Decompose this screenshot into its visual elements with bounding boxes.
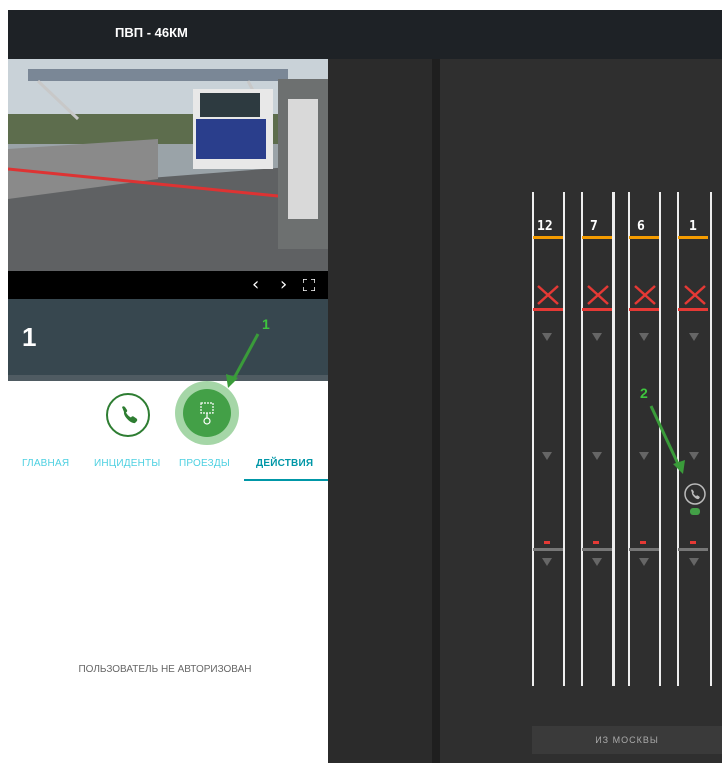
lane-header-strip xyxy=(8,375,328,381)
lane-label[interactable]: 6 xyxy=(637,219,645,234)
lane-line xyxy=(581,192,583,686)
lane-label[interactable]: 7 xyxy=(590,219,598,234)
lane-closed-icon xyxy=(535,284,561,306)
direction-arrow-icon xyxy=(592,452,602,460)
direction-arrow-icon xyxy=(689,333,699,341)
direction-button[interactable]: ИЗ МОСКВЫ xyxy=(532,726,722,754)
lane-closed-bar xyxy=(629,308,659,311)
active-tab-indicator xyxy=(244,479,328,481)
pass-button[interactable] xyxy=(183,389,231,437)
lane-gate-bar xyxy=(533,548,563,551)
lane-closed-bar xyxy=(678,308,708,311)
lane-closed-bar xyxy=(533,308,563,311)
phone-icon xyxy=(122,406,138,424)
direction-arrow-icon xyxy=(542,452,552,460)
lane-closed-icon xyxy=(585,284,611,306)
direction-arrow-icon xyxy=(689,558,699,566)
lane-gate-bar xyxy=(629,548,659,551)
signal-indicator xyxy=(640,541,646,544)
direction-arrow-icon xyxy=(542,333,552,341)
direction-arrow-icon xyxy=(592,558,602,566)
lane-call-indicator[interactable] xyxy=(682,483,708,517)
call-button[interactable] xyxy=(106,393,150,437)
lane-gate-bar xyxy=(582,548,612,551)
lane-number: 1 xyxy=(22,322,37,352)
tab-incidents[interactable]: ИНЦИДЕНТЫ xyxy=(94,458,160,469)
signal-indicator xyxy=(690,541,696,544)
barrier-pass-icon xyxy=(200,402,214,425)
lane-header xyxy=(8,299,328,375)
signal-indicator xyxy=(544,541,550,544)
lane-status-bar xyxy=(678,236,708,239)
chevron-left-icon[interactable]: ‹ xyxy=(252,271,259,299)
direction-arrow-icon xyxy=(689,452,699,460)
direction-arrow-icon xyxy=(542,558,552,566)
lane-closed-icon xyxy=(632,284,658,306)
lane-closed-bar xyxy=(582,308,612,311)
fullscreen-icon[interactable] xyxy=(302,278,316,292)
direction-arrow-icon xyxy=(592,333,602,341)
annotation-arrow xyxy=(220,330,270,390)
annotation-label: 2 xyxy=(640,385,648,401)
lane-status-bar xyxy=(629,236,659,239)
camera-view xyxy=(8,59,328,271)
lane-line xyxy=(612,192,615,686)
lane-line xyxy=(628,192,630,686)
direction-arrow-icon xyxy=(639,333,649,341)
tab-home[interactable]: ГЛАВНАЯ xyxy=(22,458,69,469)
lane-status-bar xyxy=(582,236,612,239)
lane-label[interactable]: 1 xyxy=(689,219,697,234)
lane-line xyxy=(532,192,534,686)
chevron-right-icon[interactable]: › xyxy=(280,271,287,299)
tab-actions[interactable]: ДЕЙСТВИЯ xyxy=(256,458,313,469)
lane-line xyxy=(563,192,565,686)
lane-status-bar xyxy=(533,236,563,239)
middle-panel xyxy=(328,59,432,763)
panel-divider xyxy=(432,59,440,763)
lane-line xyxy=(710,192,712,686)
page-title: ПВП - 46КМ xyxy=(115,25,188,40)
tab-passages[interactable]: ПРОЕЗДЫ xyxy=(179,458,230,469)
lane-gate-bar xyxy=(678,548,708,551)
phone-icon xyxy=(684,483,706,505)
annotation-arrow xyxy=(645,402,690,477)
auth-message: ПОЛЬЗОВАТЕЛЬ НЕ АВТОРИЗОВАН xyxy=(78,664,252,675)
direction-arrow-icon xyxy=(639,558,649,566)
signal-indicator xyxy=(593,541,599,544)
lane-closed-icon xyxy=(682,284,708,306)
camera-image xyxy=(8,59,328,271)
lane-label[interactable]: 12 xyxy=(537,219,553,234)
